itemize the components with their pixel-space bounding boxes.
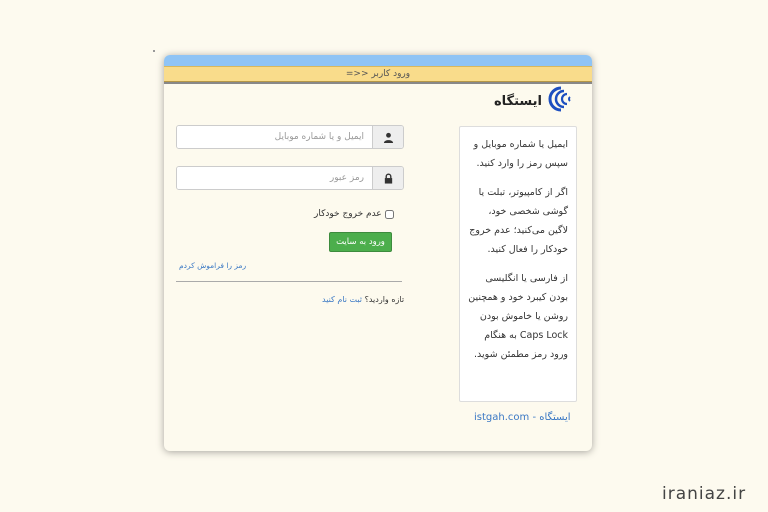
username-field-group	[176, 125, 404, 149]
instruction-paragraph: ایمیل یا شماره موبایل و سپس رمز را وارد …	[473, 139, 568, 169]
site-link[interactable]: ایستگاه - istgah.com	[474, 412, 571, 423]
login-card: ورود کاربر <<= ایستگاه ایمیل یا شماره مو…	[164, 55, 592, 451]
user-icon	[372, 126, 403, 148]
remember-me[interactable]: عدم خروج خودکار	[314, 209, 394, 219]
password-input[interactable]	[177, 167, 372, 189]
remember-me-checkbox[interactable]	[384, 209, 394, 219]
brand-name: ایستگاه	[494, 93, 542, 109]
card-header-divider	[164, 82, 592, 84]
watermark: iraniaz.ir	[662, 484, 747, 504]
signup-row: تازه واردید؟ ثبت نام کنید	[322, 295, 404, 304]
stray-dot	[153, 50, 155, 52]
card-top-strip	[164, 55, 592, 66]
instruction-paragraph: اگر از کامپیوتر، تبلت یا گوشی شخصی خود، …	[469, 187, 568, 255]
remember-me-label: عدم خروج خودکار	[314, 209, 382, 219]
instruction-paragraph: از فارسی یا انگلیسی بودن کیبرد خود و همچ…	[468, 273, 568, 360]
instructions-box: ایمیل یا شماره موبایل و سپس رمز را وارد …	[459, 126, 577, 402]
username-input[interactable]	[177, 126, 372, 148]
istgah-logo-icon	[548, 86, 574, 116]
card-header-bar: ورود کاربر <<=	[164, 66, 592, 82]
card-header-title: ورود کاربر <<=	[345, 69, 411, 79]
password-field-group	[176, 166, 404, 190]
form-divider	[176, 281, 402, 282]
brand: ایستگاه	[494, 86, 574, 116]
forgot-password-link[interactable]: رمز را فراموش کردم	[179, 261, 246, 270]
signup-prefix: تازه واردید؟	[364, 295, 405, 304]
signup-link[interactable]: ثبت نام کنید	[322, 295, 362, 304]
lock-icon	[372, 167, 403, 189]
login-button[interactable]: ورود به سایت	[329, 232, 392, 252]
